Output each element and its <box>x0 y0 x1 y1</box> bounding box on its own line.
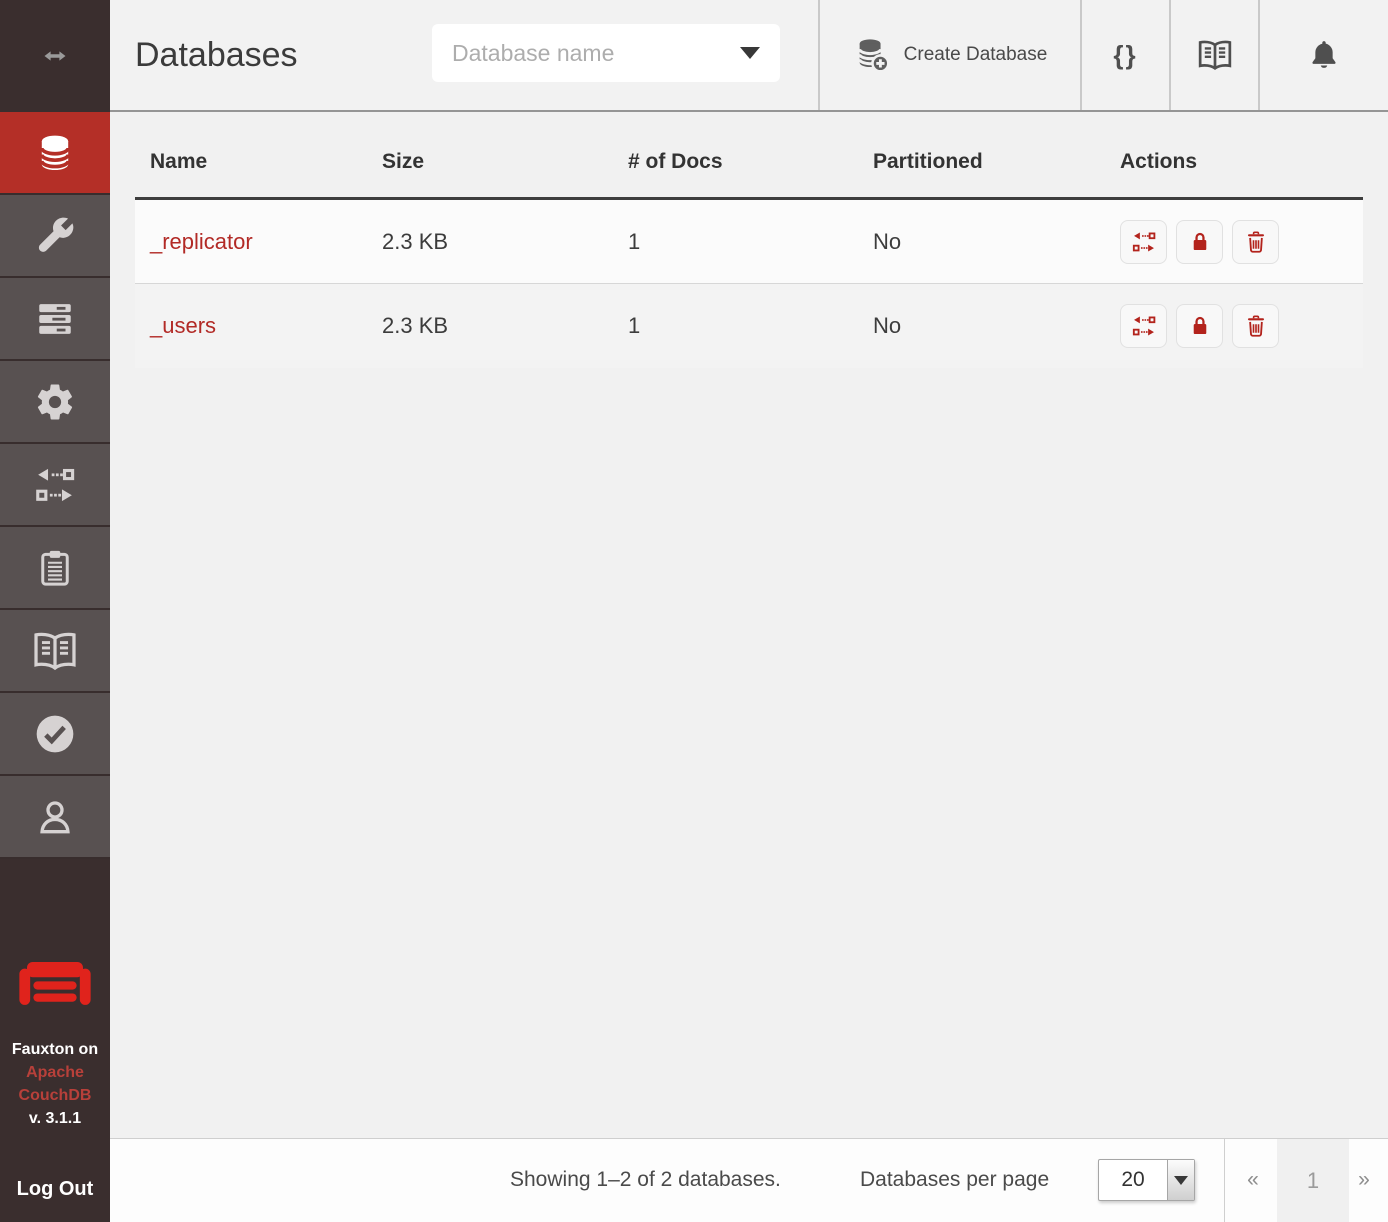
footer: Showing 1–2 of 2 databases. Databases pe… <box>110 1138 1388 1222</box>
database-name-placeholder: Database name <box>452 40 740 67</box>
create-database-button[interactable]: Create Database <box>818 0 1080 110</box>
open-book-icon <box>32 628 78 674</box>
chevron-down-icon <box>1167 1160 1194 1200</box>
replicate-icon <box>33 463 77 507</box>
header-actions: Create Database {} <box>818 0 1388 110</box>
version-info: Fauxton on Apache CouchDB v. 3.1.1 <box>0 1038 110 1130</box>
page-title: Databases <box>135 0 298 110</box>
replicate-button[interactable] <box>1120 304 1167 348</box>
sidebar-item-active-tasks[interactable] <box>0 278 110 361</box>
clipboard-icon <box>34 547 76 589</box>
replicate-icon <box>1131 313 1157 339</box>
per-page-select[interactable]: 20 <box>1098 1159 1195 1201</box>
pagination-next-button[interactable]: » <box>1344 1139 1384 1221</box>
row-actions <box>1120 220 1363 264</box>
branding-line: Apache <box>0 1061 110 1084</box>
chevron-down-icon <box>740 47 760 59</box>
row-actions <box>1120 304 1363 348</box>
lock-button[interactable] <box>1176 220 1223 264</box>
bell-icon <box>1307 38 1341 72</box>
column-header-docs: # of Docs <box>628 150 873 174</box>
notifications-button[interactable] <box>1258 0 1388 110</box>
server-stack-icon <box>34 298 76 340</box>
table-row: _users 2.3 KB 1 No <box>135 284 1363 368</box>
showing-count-text: Showing 1–2 of 2 databases. <box>510 1139 781 1221</box>
sidebar-item-configuration[interactable] <box>0 361 110 444</box>
delete-button[interactable] <box>1232 220 1279 264</box>
column-header-partitioned: Partitioned <box>873 150 1120 174</box>
database-link[interactable]: _users <box>150 313 216 338</box>
pagination-page-1[interactable]: 1 <box>1277 1139 1349 1222</box>
sidebar-item-replication[interactable] <box>0 444 110 527</box>
create-database-label: Create Database <box>904 44 1048 66</box>
wrench-icon <box>33 214 77 258</box>
footer-divider <box>1224 1139 1225 1222</box>
docs-count-cell: 1 <box>628 229 873 255</box>
per-page-value: 20 <box>1099 1160 1167 1200</box>
gear-icon <box>34 381 76 423</box>
user-icon <box>34 796 76 838</box>
sidebar-item-setup[interactable] <box>0 195 110 278</box>
version-number: v. 3.1.1 <box>0 1107 110 1130</box>
logout-button[interactable]: Log Out <box>0 1178 110 1201</box>
delete-button[interactable] <box>1232 304 1279 348</box>
json-view-button[interactable]: {} <box>1080 0 1169 110</box>
sidebar-item-databases[interactable] <box>0 112 110 195</box>
database-name-combobox[interactable]: Database name <box>432 24 780 82</box>
sidebar-item-documentation[interactable] <box>0 610 110 693</box>
lock-icon <box>1187 229 1213 255</box>
database-link[interactable]: _replicator <box>150 229 253 254</box>
sidebar-item-verify[interactable] <box>0 693 110 776</box>
pagination-prev-button[interactable]: « <box>1233 1139 1273 1221</box>
column-header-size: Size <box>382 150 628 174</box>
database-plus-icon <box>853 36 891 74</box>
replicate-button[interactable] <box>1120 220 1167 264</box>
branding-line: Fauxton on <box>0 1038 110 1061</box>
table-row: _replicator 2.3 KB 1 No <box>135 200 1363 284</box>
trash-icon <box>1243 313 1269 339</box>
sidebar: Fauxton on Apache CouchDB v. 3.1.1 Log O… <box>0 0 110 1222</box>
header: Databases Database name Create D <box>110 0 1388 112</box>
sidebar-item-account[interactable] <box>0 776 110 859</box>
couch-logo <box>0 954 110 1024</box>
size-cell: 2.3 KB <box>382 313 628 339</box>
sidebar-item-tasks-clipboard[interactable] <box>0 527 110 610</box>
braces-icon: {} <box>1113 40 1137 71</box>
double-arrow-icon <box>32 44 78 68</box>
sidebar-collapse-button[interactable] <box>0 0 110 112</box>
databases-table: Name Size # of Docs Partitioned Actions … <box>135 114 1363 368</box>
size-cell: 2.3 KB <box>382 229 628 255</box>
column-header-actions: Actions <box>1120 150 1363 174</box>
docs-count-cell: 1 <box>628 313 873 339</box>
per-page-label: Databases per page <box>860 1139 1049 1221</box>
documentation-button[interactable] <box>1169 0 1258 110</box>
trash-icon <box>1243 229 1269 255</box>
branding-line: CouchDB <box>0 1084 110 1107</box>
check-circle-icon <box>33 712 77 756</box>
partitioned-cell: No <box>873 313 1120 339</box>
open-book-icon <box>1197 37 1233 73</box>
lock-button[interactable] <box>1176 304 1223 348</box>
column-header-name: Name <box>135 150 382 174</box>
table-header-row: Name Size # of Docs Partitioned Actions <box>135 114 1363 200</box>
database-icon <box>33 131 77 175</box>
lock-icon <box>1187 313 1213 339</box>
partitioned-cell: No <box>873 229 1120 255</box>
replicate-icon <box>1131 229 1157 255</box>
